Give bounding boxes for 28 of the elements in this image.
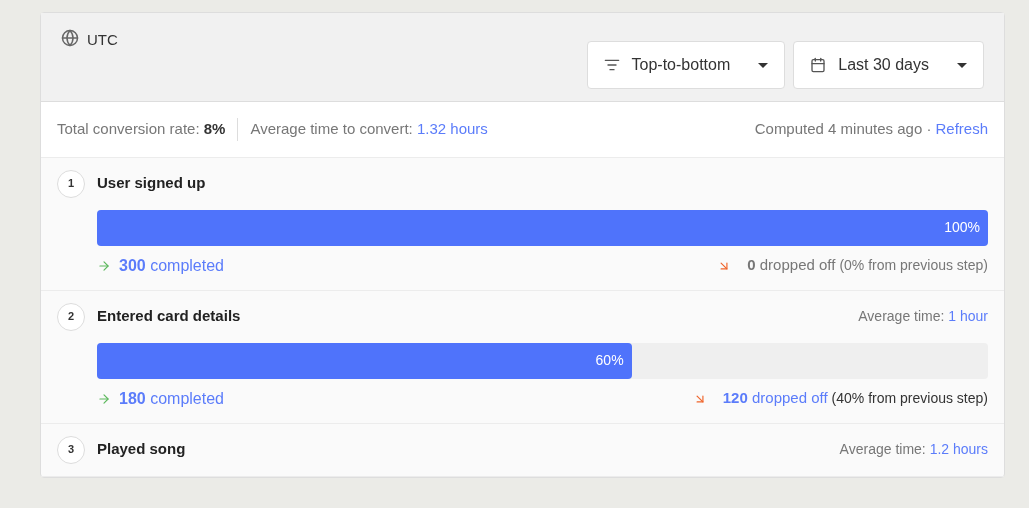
average-time-to-convert: Average time to convert: 1.32 hours (249, 119, 488, 139)
step-average-time: Average time: 1.2 hours (839, 440, 988, 459)
date-select[interactable]: Last 30 days (793, 41, 984, 89)
dropped-count: 0 dropped off (747, 255, 836, 276)
order-select[interactable]: Top-to-bottom (586, 41, 786, 89)
step-title: Played song (97, 439, 186, 460)
step-title: User signed up (97, 173, 206, 194)
calendar-icon (810, 57, 827, 73)
sort-lines-icon (603, 57, 620, 73)
step-average-time: Average time: 1 hour (858, 307, 988, 326)
timezone-label: UTC (87, 30, 118, 50)
dropped-count: 120 dropped off (722, 388, 828, 409)
arrow-right-icon (97, 258, 111, 273)
arrow-right-icon (97, 391, 111, 406)
dropped-note: (0% from previous step) (839, 256, 988, 275)
conversion-rate: Total conversion rate: 8% (57, 118, 239, 141)
step-number: 2 (57, 302, 85, 331)
step-number: 3 (57, 435, 85, 464)
globe-icon (61, 29, 79, 47)
computed-time: Computed 4 minutes ago · (754, 119, 932, 139)
completed-count: 300 completed (119, 255, 224, 276)
progress-percent: 100% (944, 218, 980, 237)
refresh-link[interactable]: Refresh (935, 118, 988, 141)
completed-count: 180 completed (119, 388, 224, 409)
progress-percent: 60% (595, 351, 624, 370)
dropped-note: (40% from previous step) (831, 389, 988, 408)
step-title: Entered card details (97, 306, 241, 327)
step-number: 1 (57, 169, 85, 198)
